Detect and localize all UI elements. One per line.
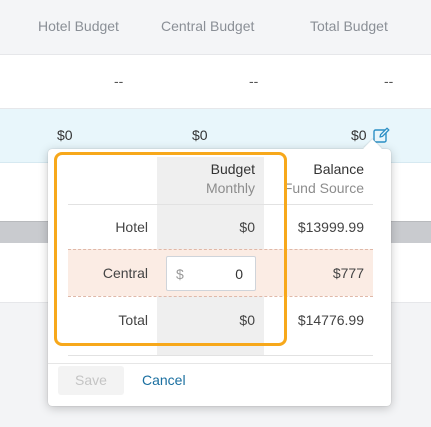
hotel-budget-value: $0: [239, 219, 255, 235]
hotel-balance-value: $13999.99: [297, 219, 364, 235]
header-total-budget: Total Budget: [310, 18, 388, 34]
cell-total: $0: [351, 127, 367, 143]
cell-central: $0: [192, 127, 208, 143]
table-header: Hotel Budget Central Budget Total Budget: [0, 0, 431, 55]
header-central-budget: Central Budget: [161, 18, 255, 34]
balance-column-title: Balance: [313, 161, 364, 177]
cell-hotel: $0: [57, 127, 73, 143]
central-budget-input-wrapper[interactable]: $: [166, 256, 256, 291]
cell-total: --: [384, 73, 394, 89]
divider: [68, 249, 373, 250]
central-budget-input[interactable]: [189, 262, 243, 286]
divider: [68, 204, 373, 205]
popover-footer-divider: [48, 363, 391, 364]
row-label-total: Total: [118, 312, 148, 328]
cell-central: --: [249, 73, 259, 89]
divider: [68, 296, 373, 297]
divider: [68, 355, 373, 356]
budget-column-title: Budget: [210, 161, 255, 177]
header-hotel-budget: Hotel Budget: [38, 18, 119, 34]
total-balance-value: $14776.99: [297, 312, 364, 328]
budget-edit-popover: Budget Monthly Balance Fund Source Hotel…: [48, 139, 391, 406]
total-budget-value: $0: [239, 312, 255, 328]
row-label-central: Central: [102, 265, 148, 281]
balance-column-subtitle: Fund Source: [283, 180, 364, 196]
currency-prefix: $: [176, 266, 184, 282]
cancel-button[interactable]: Cancel: [136, 366, 192, 395]
save-button[interactable]: Save: [58, 366, 124, 395]
budget-column-subtitle: Monthly: [205, 180, 255, 196]
row-label-hotel: Hotel: [115, 219, 148, 235]
central-balance-value: $777: [332, 265, 364, 281]
table-row: -- -- --: [0, 55, 431, 109]
cell-hotel: --: [114, 73, 124, 89]
